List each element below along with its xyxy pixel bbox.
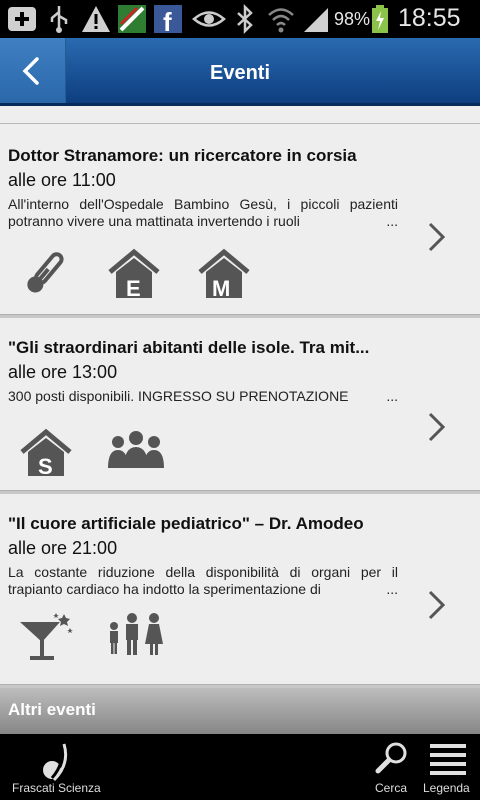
event-icons: [18, 612, 218, 672]
event-title: "Il cuore artificiale pediatrico" – Dr. …: [8, 514, 364, 533]
svg-text:S: S: [38, 454, 53, 478]
chevron-right-icon[interactable]: [426, 412, 448, 442]
event-item[interactable]: "Gli straordinari abitanti delle isole. …: [0, 318, 480, 490]
event-description: 300 posti disponibili. INGRESSO SU PRENO…: [8, 388, 398, 405]
house-s-icon: S: [20, 428, 72, 478]
battery-charging-icon: [372, 5, 388, 33]
svg-text:f: f: [163, 7, 172, 34]
event-item[interactable]: "Il cuore artificiale pediatrico" – Dr. …: [0, 494, 480, 684]
bluetooth-icon: [237, 4, 253, 34]
altri-eventi-header[interactable]: Altri eventi: [0, 688, 480, 734]
altri-eventi-label: Altri eventi: [8, 700, 96, 719]
group-icon: [108, 431, 164, 468]
event-description: La costante riduzione della disponibilit…: [8, 564, 398, 598]
wifi-icon: [268, 8, 294, 33]
search-label: Cerca: [375, 781, 408, 795]
event-time: alle ore 21:00: [8, 538, 118, 558]
thermometer-icon: [27, 252, 64, 293]
app-logo-button[interactable]: Frascati Scienza: [0, 734, 110, 800]
status-bar: f 98% 18:55: [0, 0, 480, 38]
event-time: alle ore 13:00: [8, 362, 118, 382]
frascati-scienza-logo-icon: [43, 743, 68, 782]
event-title: Dottor Stranamore: un ricercatore in cor…: [8, 146, 357, 165]
event-list[interactable]: Dottor Stranamore: un ricercatore in cor…: [0, 106, 480, 734]
event-icons: E M: [18, 248, 278, 308]
event-item[interactable]: Dottor Stranamore: un ricercatore in cor…: [0, 124, 480, 314]
back-button[interactable]: [0, 38, 66, 103]
ellipsis: ...: [382, 581, 398, 598]
svg-text:M: M: [212, 276, 230, 300]
app-header: Eventi: [0, 38, 480, 106]
usb-icon: [50, 6, 68, 33]
ellipsis: ...: [382, 388, 398, 405]
house-m-icon: M: [198, 248, 250, 300]
signal-icon: [304, 8, 328, 32]
family-icon: [110, 613, 163, 655]
clock: 18:55: [398, 4, 461, 32]
search-button[interactable]: Cerca: [364, 734, 418, 800]
chevron-right-icon[interactable]: [426, 590, 448, 620]
event-title: "Gli straordinari abitanti delle isole. …: [8, 338, 370, 357]
warning-icon: [82, 6, 110, 32]
page-title: Eventi: [209, 62, 271, 84]
legend-label: Legenda: [423, 781, 470, 795]
chevron-right-icon[interactable]: [426, 222, 448, 252]
event-icons: S: [18, 428, 218, 488]
svg-text:E: E: [126, 276, 141, 300]
menu-icon: [430, 744, 466, 775]
facebook-icon: f: [154, 5, 182, 34]
search-icon: [375, 742, 407, 774]
eye-icon: [192, 11, 226, 27]
app-icon: [118, 5, 146, 33]
event-description: All'interno dell'Ospedale Bambino Gesù, …: [8, 196, 398, 230]
app-name-label: Frascati Scienza: [12, 781, 101, 795]
ellipsis: ...: [382, 213, 398, 230]
cocktail-icon: [20, 613, 73, 660]
add-icon: [8, 7, 36, 31]
house-e-icon: E: [108, 248, 160, 300]
bottom-bar: Frascati Scienza Cerca Legenda: [0, 734, 480, 800]
legend-button[interactable]: Legenda: [420, 734, 480, 800]
chevron-left-icon: [22, 57, 39, 85]
event-time: alle ore 11:00: [8, 170, 116, 190]
battery-percent: 98%: [334, 9, 371, 29]
